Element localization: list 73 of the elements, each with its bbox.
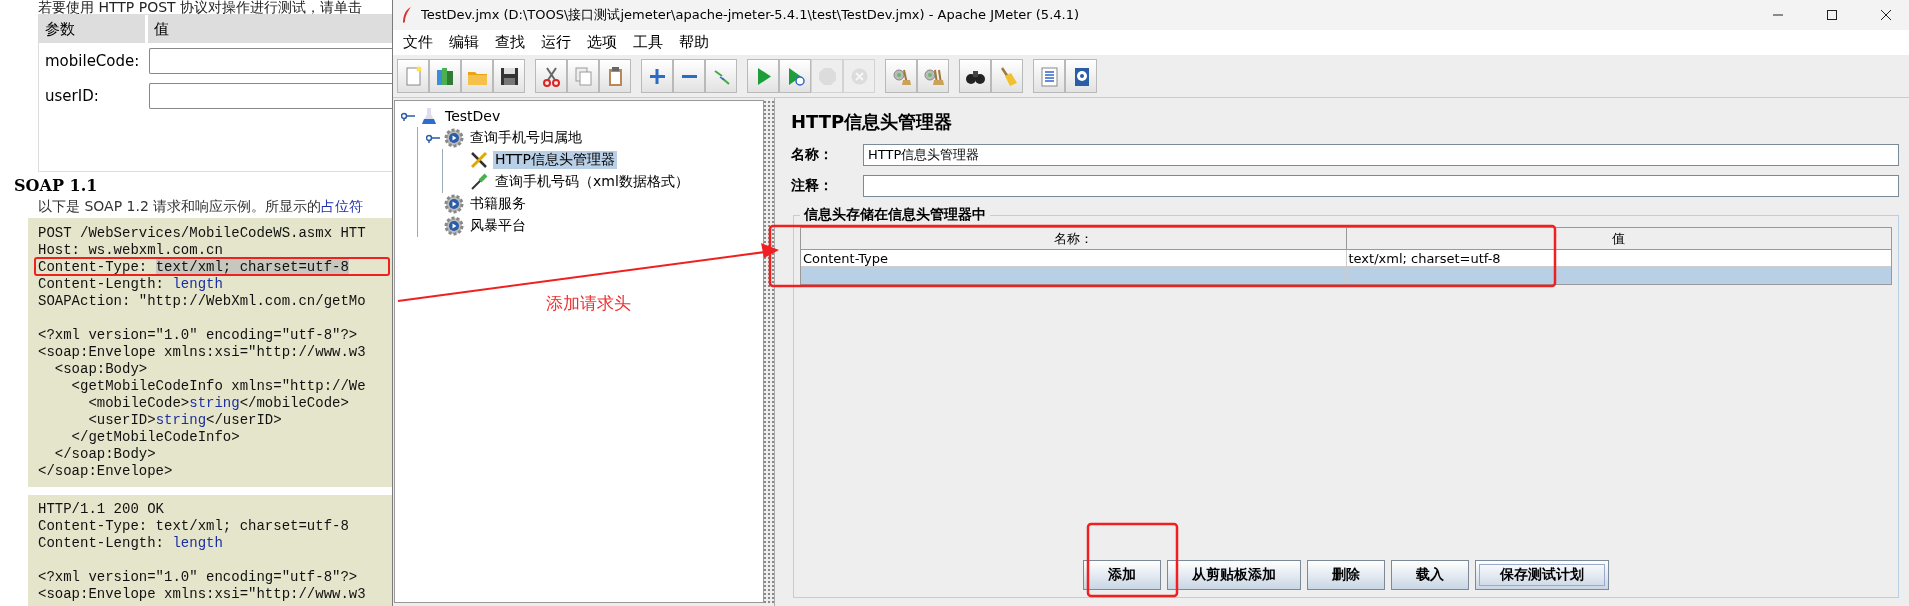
minus-icon (680, 73, 698, 79)
code-line: <soap:Envelope xmlns:xsi="http://www.w3 (38, 587, 366, 602)
code-line: </soap:Envelope> (38, 464, 173, 479)
code-line: SOAPAction: "http://WebXml.com.cn/getMo (38, 294, 366, 309)
description-text: 以下是 SOAP 1.2 请求和响应示例。所显示的占位符 (38, 198, 365, 216)
comment-field[interactable] (863, 175, 1899, 197)
menu-item[interactable]: 帮助 (671, 33, 717, 52)
panel-title: HTTP信息头管理器 (791, 110, 954, 134)
name-field[interactable]: HTTP信息头管理器 (863, 144, 1899, 166)
action-button[interactable]: 添加 (1083, 560, 1161, 590)
maximize-icon (1826, 9, 1838, 21)
menu-item[interactable]: 工具 (625, 33, 671, 52)
code-line: Content-Type: text/xml; charset=utf-8 (38, 260, 349, 275)
gear-icon (444, 128, 464, 148)
tree-item[interactable]: 书籍服务 (468, 195, 528, 213)
menu-item[interactable]: 选项 (579, 33, 625, 52)
minimize-icon (1772, 14, 1784, 16)
action-button[interactable]: 保存测试计划 (1475, 560, 1609, 590)
feather-icon (401, 6, 413, 24)
group-title: 信息头存储在信息头管理器中 (803, 206, 987, 224)
tree-item[interactable]: 查询手机号码（xml数据格式） (493, 173, 691, 191)
tree-item[interactable]: TestDev (443, 108, 503, 124)
column-header: 参数 (39, 15, 145, 43)
code-line: <?xml version="1.0" encoding="utf-8"?> (38, 328, 358, 343)
gear-icon (444, 194, 464, 214)
code-line: Host: ws.webxml.com.cn (38, 243, 223, 258)
parameter-input[interactable] (149, 82, 392, 109)
menu-item[interactable]: 查找 (487, 33, 533, 52)
code-line: <mobileCode>string</mobileCode> (87, 396, 349, 411)
code-line: </soap:Body> (53, 447, 156, 462)
field-label: 名称： (790, 146, 834, 164)
parameter-label: userID: (44, 86, 100, 105)
parameter-label: mobileCode: (44, 51, 141, 70)
expand-handle-icon[interactable] (401, 111, 415, 121)
wrench-screwdriver-icon (469, 150, 489, 170)
action-button[interactable]: 载入 (1391, 560, 1469, 590)
section-heading: SOAP 1.1 (14, 176, 99, 195)
annotation-text: 添加请求头 (546, 292, 631, 315)
code-line: Content-Type: text/xml; charset=utf-8 (38, 519, 349, 534)
code-line: Content-Length: length (38, 277, 223, 292)
splitter-handle[interactable] (764, 100, 774, 604)
intro-text: 若要使用 HTTP POST 协议对操作进行测试，请单击 (38, 0, 364, 14)
column-header[interactable]: 名称： (801, 228, 1346, 249)
column-header[interactable]: 值 (1345, 228, 1891, 249)
code-line: </getMobileCodeInfo> (70, 430, 240, 445)
flask-icon (419, 106, 439, 126)
toolbar-button[interactable] (1065, 59, 1097, 93)
code-line: <soap:Envelope xmlns:xsi="http://www.w3 (38, 345, 366, 360)
toolbar-button[interactable] (493, 59, 525, 93)
close-icon (1880, 9, 1892, 21)
column-header: 值 (148, 15, 392, 43)
code-line: POST /WebServices/MobileCodeWS.asmx HTT (38, 226, 366, 241)
code-line: Content-Length: length (38, 536, 223, 551)
tree-item[interactable]: HTTP信息头管理器 (493, 151, 617, 169)
code-line: <soap:Body> (53, 362, 148, 377)
placeholder-link[interactable]: 占位符 (321, 198, 364, 214)
code-line: <userID>string</userID> (87, 413, 282, 428)
field-label: 注释： (790, 177, 834, 195)
gear-icon (444, 216, 464, 236)
menu-item[interactable]: 文件 (395, 33, 441, 52)
tree-item[interactable]: 查询手机号归属地 (468, 129, 584, 147)
toolbar-button[interactable] (959, 59, 991, 93)
action-button[interactable]: 从剪贴板添加 (1167, 560, 1301, 590)
code-line: HTTP/1.1 200 OK (38, 502, 165, 517)
action-button[interactable]: 删除 (1307, 560, 1385, 590)
tree-item[interactable]: 风暴平台 (468, 217, 528, 235)
code-line: <getMobileCodeInfo xmlns="http://We (70, 379, 366, 394)
parameter-input[interactable] (149, 47, 392, 74)
window-title: TestDev.jmx (D:\TOOS\接口测试jemeter\apache-jmeter-5.4.1\test\TestDev.jmx) - Apache JMeter (5.4.1) (421, 6, 1081, 24)
menu-item[interactable]: 运行 (533, 33, 579, 52)
menu-item[interactable]: 编辑 (441, 33, 487, 52)
code-line: <?xml version="1.0" encoding="utf-8"?> (38, 570, 358, 585)
expand-handle-icon[interactable] (426, 133, 440, 143)
